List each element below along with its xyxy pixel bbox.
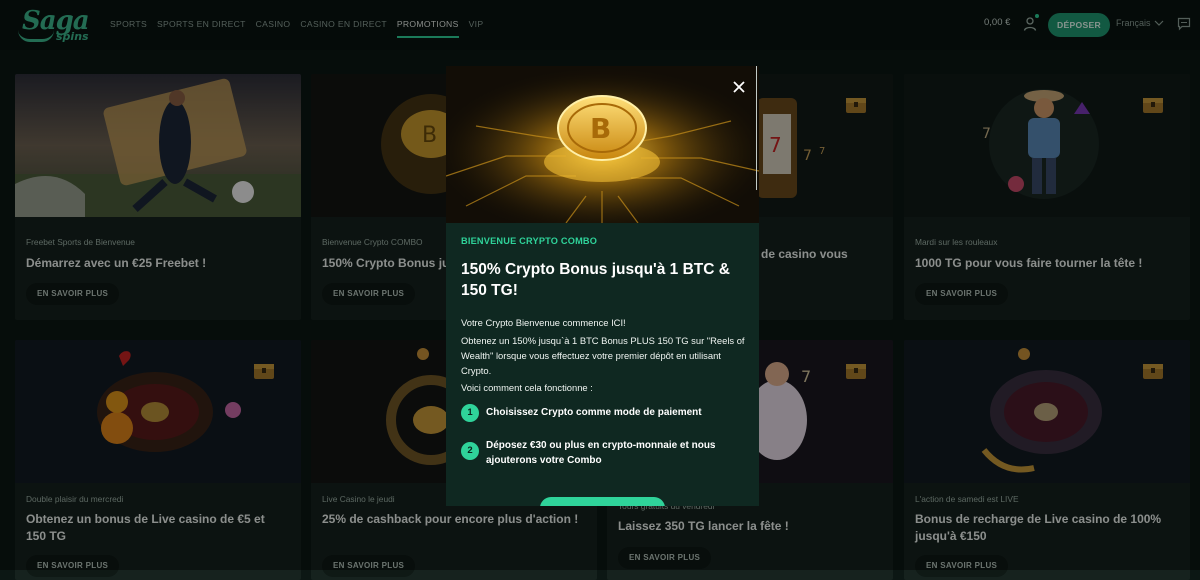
step-number: 2 bbox=[461, 442, 479, 460]
promo-modal: B BIENVENUE CRYPTO COMBO 150% Crypto Bon… bbox=[446, 66, 759, 506]
scrollbar[interactable] bbox=[756, 66, 757, 190]
claim-button[interactable] bbox=[540, 497, 665, 506]
modal-how-it-works: Voici comment cela fonctionne : bbox=[461, 382, 593, 393]
step-text: Déposez €30 ou plus en crypto-monnaie et… bbox=[486, 440, 716, 466]
modal-body: Votre Crypto Bienvenue commence ICI! Obt… bbox=[461, 315, 751, 395]
modal-description: Obtenez un 150% jusqu`à 1 BTC Bonus PLUS… bbox=[461, 335, 745, 376]
svg-text:B: B bbox=[590, 112, 611, 145]
close-icon[interactable] bbox=[730, 78, 748, 96]
modal-category: BIENVENUE CRYPTO COMBO bbox=[461, 236, 598, 246]
modal-title: 150% Crypto Bonus jusqu'à 1 BTC & 150 TG… bbox=[461, 261, 730, 299]
modal-image-bitcoin: B bbox=[446, 66, 759, 223]
modal-intro: Votre Crypto Bienvenue commence ICI! bbox=[461, 317, 626, 328]
step-number: 1 bbox=[461, 404, 479, 422]
step-text: Choisissez Crypto comme mode de paiement bbox=[486, 407, 702, 418]
